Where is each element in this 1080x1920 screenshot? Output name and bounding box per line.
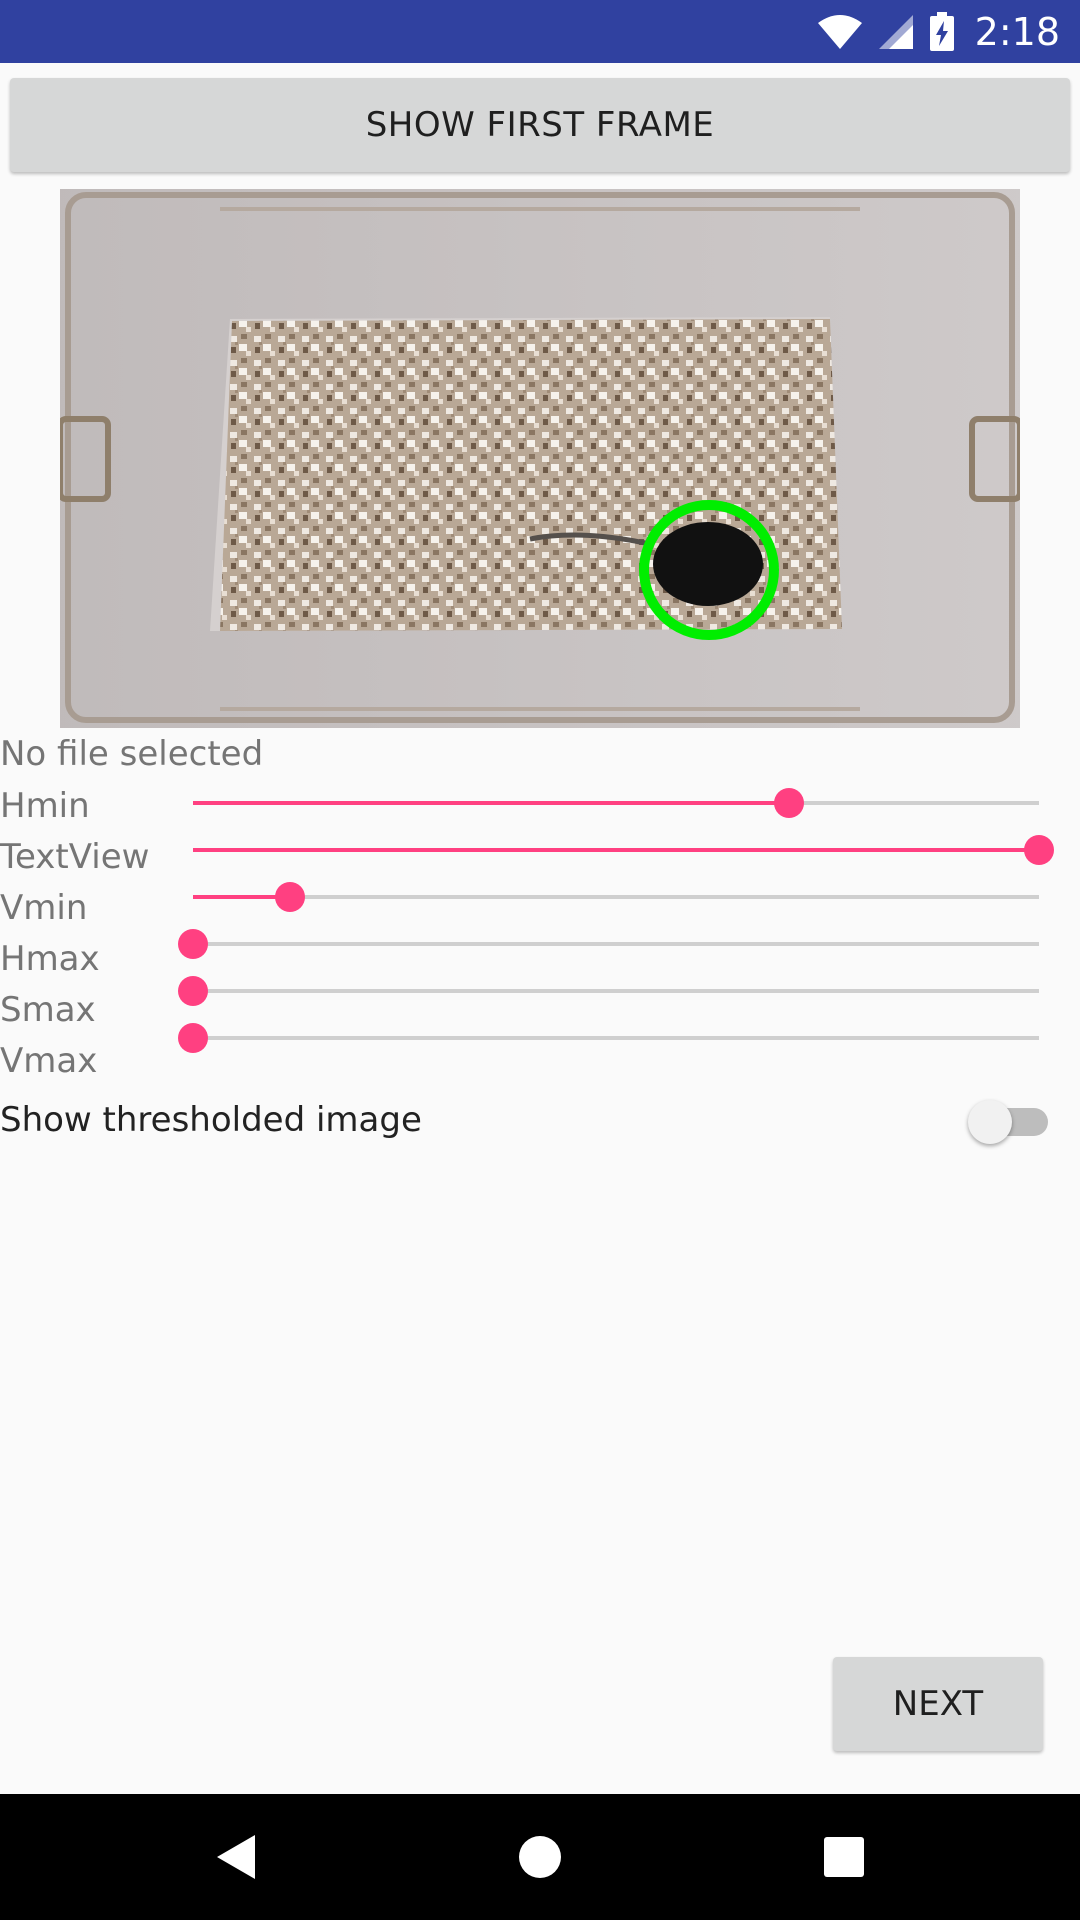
slider-label-smax: Smax	[0, 990, 96, 1030]
clock: 2:18	[974, 10, 1060, 54]
show-first-frame-button[interactable]: SHOW FIRST FRAME	[10, 78, 1070, 172]
hmax-slider[interactable]	[178, 924, 1039, 964]
slider-track	[193, 895, 1039, 899]
next-button[interactable]: NEXT	[833, 1657, 1043, 1751]
slider-label-textview: TextView	[0, 837, 150, 877]
status-bar: 2:18	[0, 0, 1080, 63]
navigation-bar	[0, 1794, 1080, 1920]
textview-slider[interactable]	[193, 830, 1054, 870]
slider-fill	[193, 801, 790, 805]
smax-slider[interactable]	[178, 971, 1039, 1011]
slider-label-hmax: Hmax	[0, 939, 100, 979]
signal-icon	[878, 15, 913, 49]
vmin-slider[interactable]	[193, 877, 1039, 917]
show-thresholded-label: Show thresholded image	[0, 1100, 422, 1140]
video-frame-image	[60, 189, 1020, 728]
show-thresholded-switch[interactable]	[968, 1098, 1052, 1146]
slider-label-vmax: Vmax	[0, 1041, 98, 1081]
slider-track	[193, 942, 1039, 946]
home-icon[interactable]	[510, 1827, 570, 1887]
slider-thumb[interactable]	[774, 788, 805, 818]
battery-charging-icon	[929, 12, 954, 51]
slider-thumb[interactable]	[1024, 835, 1054, 865]
status-icons: 2:18	[817, 8, 1060, 56]
slider-fill	[193, 848, 1039, 852]
file-status-text: No file selected	[0, 734, 264, 774]
switch-thumb	[968, 1100, 1012, 1144]
slider-label-hmin: Hmin	[0, 786, 90, 826]
slider-thumb[interactable]	[178, 929, 208, 959]
slider-track	[193, 989, 1039, 993]
recents-icon[interactable]	[814, 1827, 874, 1887]
slider-thumb[interactable]	[275, 882, 306, 912]
slider-thumb[interactable]	[178, 976, 208, 1006]
wifi-icon	[817, 15, 862, 49]
hmin-slider[interactable]	[193, 783, 1039, 823]
slider-track	[193, 1036, 1039, 1040]
slider-thumb[interactable]	[178, 1023, 208, 1053]
back-icon[interactable]	[205, 1827, 265, 1887]
vmax-slider[interactable]	[178, 1018, 1039, 1058]
slider-label-vmin: Vmin	[0, 888, 88, 928]
